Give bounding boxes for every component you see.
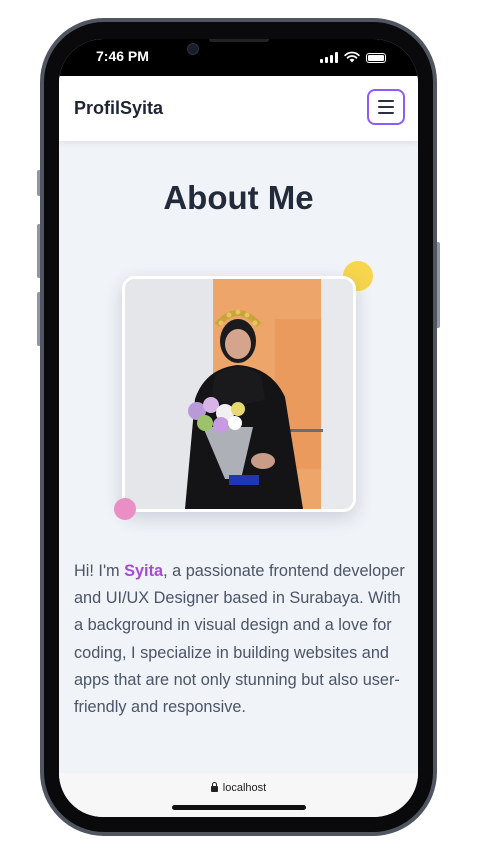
- about-paragraph: Hi! I'm Syita, a passionate frontend dev…: [74, 558, 409, 721]
- navbar: ProfilSyita: [59, 76, 418, 141]
- url-display[interactable]: localhost: [59, 782, 418, 794]
- battery-icon: [366, 53, 386, 63]
- about-name-highlight: Syita: [124, 562, 164, 580]
- signal-icon: [320, 52, 338, 63]
- brand-logo-text[interactable]: ProfilSyita: [74, 98, 163, 119]
- page-title: About Me: [163, 179, 314, 216]
- about-description: , a passionate frontend developer and UI…: [74, 562, 405, 717]
- about-prefix: Hi! I'm: [74, 562, 125, 580]
- status-bar: 7:46 PM: [59, 39, 418, 76]
- wifi-icon: [344, 51, 360, 63]
- menu-toggle-button[interactable]: [367, 89, 405, 125]
- profile-photo-illustration: [125, 279, 353, 509]
- decorative-pink-dot: [114, 498, 136, 520]
- url-text: localhost: [222, 782, 267, 794]
- speaker-grill: [209, 39, 269, 42]
- browser-url-bar[interactable]: localhost: [59, 773, 418, 817]
- profile-photo: [122, 276, 356, 512]
- front-camera: [187, 43, 199, 55]
- status-icons: [320, 51, 386, 63]
- lock-icon: [210, 782, 218, 792]
- home-indicator[interactable]: [172, 805, 306, 810]
- hamburger-menu-icon: [378, 100, 394, 102]
- phone-screen: 7:46 PM ProfilSyita About Me Hi! I'm Syi…: [59, 39, 418, 817]
- status-time: 7:46 PM: [96, 48, 149, 64]
